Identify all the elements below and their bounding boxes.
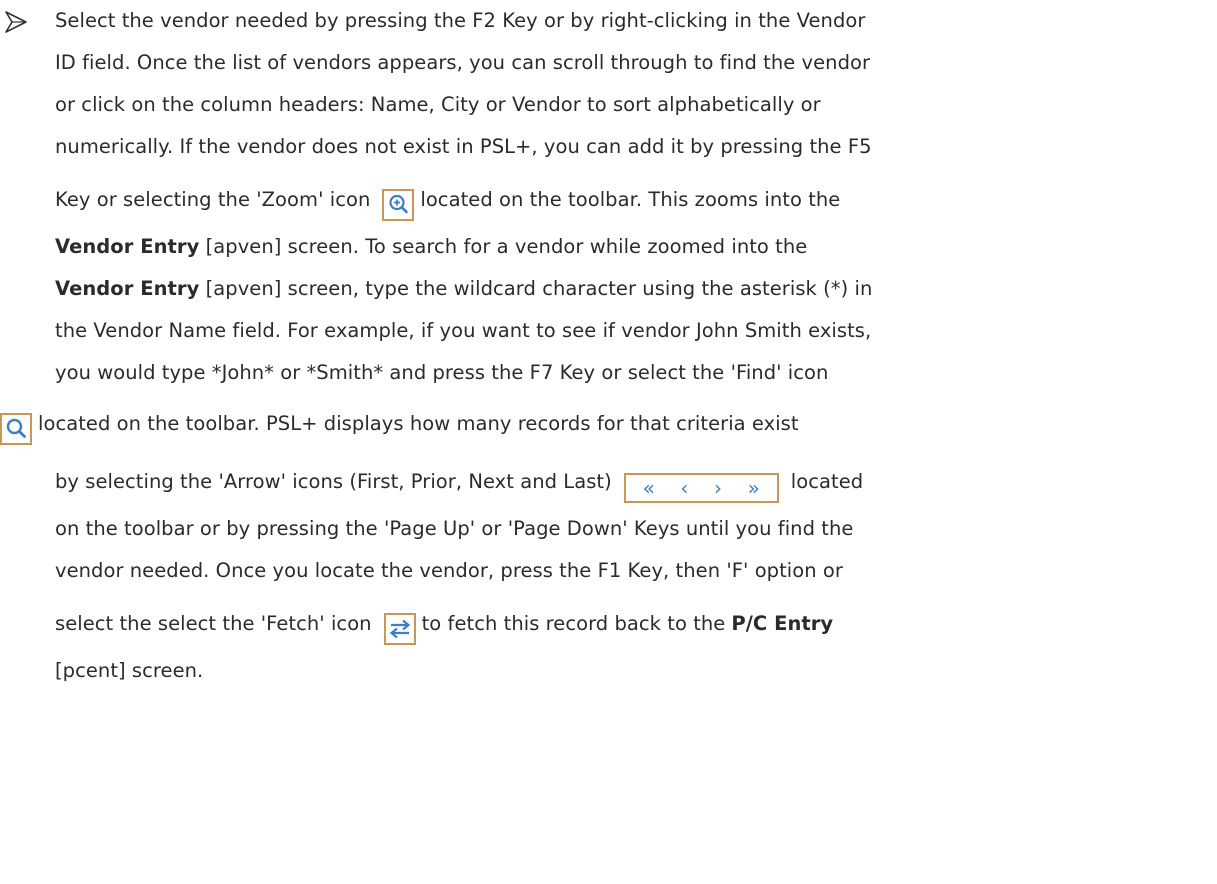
instruction-paragraph: Select the vendor needed by pressing the… [0, 0, 1205, 692]
text-span: by selecting the 'Arrow' icons (First, P… [55, 470, 612, 493]
search-icon[interactable] [0, 413, 32, 445]
screen-name: Vendor Entry [55, 277, 200, 300]
text-span: to fetch this record back to the [421, 612, 726, 635]
fetch-icon[interactable] [383, 613, 416, 645]
text-span: located on the toolbar. PSL+ displays ho… [38, 412, 799, 435]
text-line: or click on the column headers: Name, Ci… [55, 93, 821, 116]
text-line: located on the toolbar. PSL+ displays ho… [0, 394, 1205, 450]
text-line: on the toolbar or by pressing the 'Page … [55, 517, 854, 540]
text-line: Select the vendor needed by pressing the… [55, 9, 866, 32]
screen-name: Vendor Entry [55, 235, 200, 258]
next-icon[interactable]: › [714, 478, 722, 498]
text-line: Key or selecting the 'Zoom' icon located… [55, 168, 1205, 226]
text-span: located [790, 470, 864, 493]
text-line: [pcent] screen. [55, 659, 204, 682]
text-line: ID field. Once the list of vendors appea… [55, 51, 871, 74]
text-line: by selecting the 'Arrow' icons (First, P… [55, 450, 1205, 508]
bullet-arrow-icon [4, 10, 30, 34]
text-line: the Vendor Name field. For example, if y… [55, 319, 872, 342]
text-line: Vendor Entry [apven] screen. To search f… [55, 226, 1205, 268]
text-span: [apven] screen. To search for a vendor w… [199, 235, 808, 258]
text-span: [apven] screen, type the wildcard charac… [199, 277, 873, 300]
first-icon[interactable]: « [643, 478, 655, 498]
text-line: select the select the 'Fetch' icon to fe… [55, 592, 1205, 650]
text-span: located on the toolbar. This zooms into … [420, 188, 841, 211]
text-line: Vendor Entry [apven] screen, type the wi… [55, 268, 1205, 310]
zoom-in-icon[interactable] [382, 189, 415, 221]
text-line: vendor needed. Once you locate the vendo… [55, 559, 843, 582]
text-line: you would type *John* or *Smith* and pre… [55, 361, 829, 384]
prior-icon[interactable]: ‹ [680, 478, 688, 498]
screen-name: P/C Entry [731, 612, 834, 635]
record-navigation-icons: « ‹ › » [623, 473, 779, 503]
text-line: numerically. If the vendor does not exis… [55, 135, 872, 158]
text-span: Key or selecting the 'Zoom' icon [55, 188, 371, 211]
last-icon[interactable]: » [748, 478, 760, 498]
text-span: select the select the 'Fetch' icon [55, 612, 372, 635]
